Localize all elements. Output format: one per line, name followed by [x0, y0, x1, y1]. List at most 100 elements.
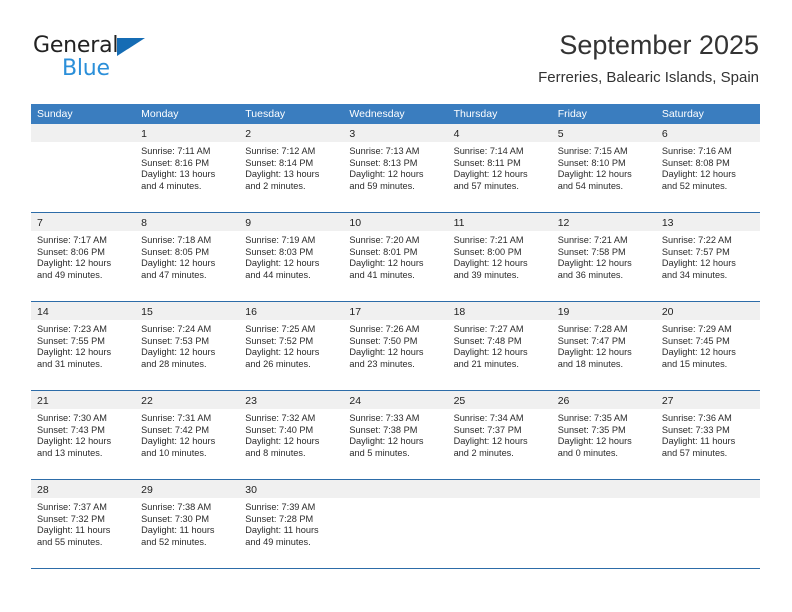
day-number-band: 28	[31, 480, 136, 498]
day-number: 25	[453, 395, 466, 407]
daylight-text-line1: Daylight: 12 hours	[661, 347, 736, 358]
day-number-band: 18	[447, 302, 552, 320]
day-number-band	[655, 480, 760, 498]
sunrise-text: Sunrise: 7:35 AM	[557, 413, 628, 423]
day-number: 14	[37, 306, 49, 318]
day-cell[interactable]: 25 Sunrise: 7:34 AM Sunset: 7:37 PM Dayligh…	[447, 391, 552, 479]
daylight-text-line1: Daylight: 12 hours	[453, 258, 528, 269]
calendar-bottom-rule	[31, 568, 760, 569]
daylight-text-line1: Daylight: 12 hours	[453, 436, 528, 447]
sunrise-text: Sunrise: 7:20 AM	[349, 235, 420, 245]
daylight-text-line1: Daylight: 11 hours	[661, 436, 736, 447]
sunset-text: Sunset: 7:55 PM	[37, 335, 105, 346]
day-cell[interactable]: 18 Sunrise: 7:27 AM Sunset: 7:48 PM Dayligh…	[447, 302, 552, 390]
day-sun-info: Sunrise: 7:22 AM Sunset: 7:57 PM Daylight:…	[656, 231, 760, 281]
daylight-text-line2: and 26 minutes.	[245, 358, 311, 369]
sunset-text: Sunset: 7:35 PM	[557, 424, 626, 435]
calendar-week-row: 7 Sunrise: 7:17 AM Sunset: 8:06 PM Daylight…	[31, 212, 760, 301]
weekday-header-friday: Friday	[557, 108, 587, 120]
daylight-text-line2: and 0 minutes.	[557, 447, 618, 458]
day-cell[interactable]: 13 Sunrise: 7:22 AM Sunset: 7:57 PM Dayligh…	[655, 213, 760, 301]
title-block: September 2025 Ferreries, Balearic Islan…	[538, 28, 759, 89]
day-cell[interactable]: 30 Sunrise: 7:39 AM Sunset: 7:28 PM Dayligh…	[239, 480, 344, 568]
day-cell[interactable]: 8 Sunrise: 7:18 AM Sunset: 8:05 PM Daylight…	[135, 213, 240, 301]
sunset-text: Sunset: 8:06 PM	[37, 246, 105, 257]
day-cell[interactable]: 3 Sunrise: 7:13 AM Sunset: 8:13 PM Daylight…	[343, 124, 448, 212]
day-sun-info: Sunrise: 7:19 AM Sunset: 8:03 PM Daylight:…	[239, 231, 343, 281]
day-cell[interactable]: 20 Sunrise: 7:29 AM Sunset: 7:45 PM Dayligh…	[655, 302, 760, 390]
daylight-text-line2: and 8 minutes.	[245, 447, 306, 458]
day-cell[interactable]: 16 Sunrise: 7:25 AM Sunset: 7:52 PM Dayligh…	[239, 302, 344, 390]
day-cell[interactable]: 12 Sunrise: 7:21 AM Sunset: 7:58 PM Dayligh…	[551, 213, 656, 301]
day-number-band: 2	[239, 124, 344, 142]
daylight-text-line1: Daylight: 13 hours	[141, 169, 216, 180]
day-cell[interactable]: 24 Sunrise: 7:33 AM Sunset: 7:38 PM Dayligh…	[343, 391, 448, 479]
day-number-band	[551, 480, 656, 498]
day-cell-empty	[551, 480, 656, 568]
daylight-text-line1: Daylight: 12 hours	[661, 258, 736, 269]
day-number-band: 13	[655, 213, 760, 231]
day-cell[interactable]: 23 Sunrise: 7:32 AM Sunset: 7:40 PM Dayligh…	[239, 391, 344, 479]
sunrise-text: Sunrise: 7:11 AM	[141, 146, 211, 156]
sunset-text: Sunset: 7:50 PM	[349, 335, 418, 346]
brand-logo[interactable]: General Blue	[33, 33, 213, 83]
day-cell[interactable]: 5 Sunrise: 7:15 AM Sunset: 8:10 PM Daylight…	[551, 124, 656, 212]
calendar-weeks: 1 Sunrise: 7:11 AM Sunset: 8:16 PM Daylight…	[31, 124, 760, 568]
day-cell[interactable]: 10 Sunrise: 7:20 AM Sunset: 8:01 PM Dayligh…	[343, 213, 448, 301]
day-sun-info: Sunrise: 7:14 AM Sunset: 8:11 PM Daylight:…	[448, 142, 552, 192]
day-cell[interactable]: 21 Sunrise: 7:30 AM Sunset: 7:43 PM Dayligh…	[31, 391, 136, 479]
day-sun-info: Sunrise: 7:39 AM Sunset: 7:28 PM Daylight:…	[239, 498, 343, 548]
day-cell[interactable]: 19 Sunrise: 7:28 AM Sunset: 7:47 PM Dayligh…	[551, 302, 656, 390]
daylight-text-line1: Daylight: 11 hours	[37, 525, 111, 536]
day-cell[interactable]: 4 Sunrise: 7:14 AM Sunset: 8:11 PM Daylight…	[447, 124, 552, 212]
daylight-text-line2: and 41 minutes.	[349, 269, 415, 280]
day-cell[interactable]: 27 Sunrise: 7:36 AM Sunset: 7:33 PM Dayligh…	[655, 391, 760, 479]
day-number-band	[447, 480, 552, 498]
sunset-text: Sunset: 7:42 PM	[141, 424, 210, 435]
day-cell[interactable]: 7 Sunrise: 7:17 AM Sunset: 8:06 PM Daylight…	[31, 213, 136, 301]
day-number-band: 27	[655, 391, 760, 409]
day-cell[interactable]: 22 Sunrise: 7:31 AM Sunset: 7:42 PM Dayligh…	[135, 391, 240, 479]
day-number-band: 12	[551, 213, 656, 231]
day-number: 16	[245, 306, 257, 318]
day-sun-info: Sunrise: 7:27 AM Sunset: 7:48 PM Daylight:…	[448, 320, 552, 370]
day-number: 8	[141, 217, 147, 229]
day-cell[interactable]: 28 Sunrise: 7:37 AM Sunset: 7:32 PM Dayligh…	[31, 480, 136, 568]
day-number: 6	[661, 128, 668, 140]
sunrise-text: Sunrise: 7:24 AM	[141, 324, 212, 334]
daylight-text-line1: Daylight: 12 hours	[349, 258, 424, 269]
daylight-text-line1: Daylight: 12 hours	[557, 258, 632, 269]
sunset-text: Sunset: 7:37 PM	[453, 424, 522, 435]
day-number: 23	[245, 395, 257, 407]
sunset-text: Sunset: 8:08 PM	[661, 157, 730, 168]
day-cell[interactable]: 26 Sunrise: 7:35 AM Sunset: 7:35 PM Dayligh…	[551, 391, 656, 479]
day-sun-info: Sunrise: 7:26 AM Sunset: 7:50 PM Daylight:…	[343, 320, 447, 370]
day-sun-info: Sunrise: 7:16 AM Sunset: 8:08 PM Daylight:…	[656, 142, 760, 192]
day-cell[interactable]: 11 Sunrise: 7:21 AM Sunset: 8:00 PM Dayligh…	[447, 213, 552, 301]
day-cell[interactable]: 14 Sunrise: 7:23 AM Sunset: 7:55 PM Dayligh…	[31, 302, 136, 390]
day-cell[interactable]: 17 Sunrise: 7:26 AM Sunset: 7:50 PM Dayligh…	[343, 302, 448, 390]
day-number-band: 19	[551, 302, 656, 320]
daylight-text-line2: and 31 minutes.	[37, 358, 103, 369]
day-number: 29	[141, 484, 153, 496]
day-sun-info: Sunrise: 7:25 AM Sunset: 7:52 PM Daylight:…	[239, 320, 343, 370]
weekday-header-wednesday: Wednesday	[349, 108, 405, 120]
day-sun-info: Sunrise: 7:23 AM Sunset: 7:55 PM Daylight:…	[31, 320, 135, 370]
day-number: 1	[141, 128, 147, 140]
day-cell[interactable]: 1 Sunrise: 7:11 AM Sunset: 8:16 PM Daylight…	[135, 124, 240, 212]
day-cell[interactable]: 2 Sunrise: 7:12 AM Sunset: 8:14 PM Daylight…	[239, 124, 344, 212]
sunset-text: Sunset: 8:00 PM	[453, 246, 522, 257]
daylight-text-line1: Daylight: 12 hours	[141, 436, 216, 447]
day-number-band: 26	[551, 391, 656, 409]
daylight-text-line2: and 49 minutes.	[37, 269, 103, 280]
calendar-week-row: 14 Sunrise: 7:23 AM Sunset: 7:55 PM Dayligh…	[31, 301, 760, 390]
daylight-text-line1: Daylight: 12 hours	[453, 347, 528, 358]
day-sun-info: Sunrise: 7:12 AM Sunset: 8:14 PM Daylight:…	[239, 142, 343, 192]
day-cell[interactable]: 9 Sunrise: 7:19 AM Sunset: 8:03 PM Daylight…	[239, 213, 344, 301]
day-cell[interactable]: 29 Sunrise: 7:38 AM Sunset: 7:30 PM Dayligh…	[135, 480, 240, 568]
day-number: 12	[557, 217, 570, 229]
day-cell[interactable]: 6 Sunrise: 7:16 AM Sunset: 8:08 PM Daylight…	[655, 124, 760, 212]
sunset-text: Sunset: 7:53 PM	[141, 335, 210, 346]
day-number-band: 22	[135, 391, 240, 409]
day-cell[interactable]: 15 Sunrise: 7:24 AM Sunset: 7:53 PM Dayligh…	[135, 302, 240, 390]
